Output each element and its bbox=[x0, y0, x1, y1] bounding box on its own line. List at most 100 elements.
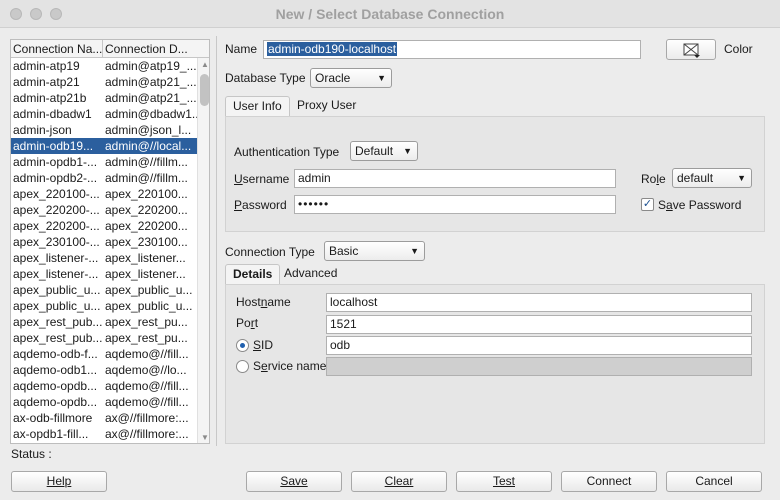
pane-divider[interactable] bbox=[216, 36, 217, 446]
hostname-input[interactable]: localhost bbox=[326, 293, 752, 312]
port-label: Port bbox=[236, 316, 259, 330]
connection-name-cell: apex_public_u... bbox=[13, 283, 101, 297]
color-label: Color bbox=[724, 42, 753, 56]
table-row[interactable]: apex_listener-... apex_listener... bbox=[11, 250, 197, 266]
test-button[interactable]: Test bbox=[456, 471, 552, 492]
column-header-connection-name[interactable]: Connection Na... bbox=[11, 40, 103, 58]
sid-input[interactable]: odb bbox=[326, 336, 752, 355]
connection-name-cell: apex_rest_pub... bbox=[13, 331, 103, 345]
password-input[interactable]: •••••• bbox=[294, 195, 616, 214]
connection-name-input[interactable]: admin-odb190-localhost bbox=[263, 40, 641, 59]
connection-details-cell: admin@dbadw1... bbox=[105, 107, 197, 121]
connection-name-value: admin-odb190-localhost bbox=[267, 42, 398, 56]
save-button[interactable]: Save bbox=[246, 471, 342, 492]
table-row[interactable]: admin-atp19 admin@atp19_... bbox=[11, 58, 197, 74]
tab-proxy-user[interactable]: Proxy User bbox=[290, 96, 363, 116]
connection-details-cell: ax@//fillmore:... bbox=[105, 411, 189, 425]
help-button[interactable]: Help bbox=[11, 471, 107, 492]
chevron-down-icon: ▼ bbox=[410, 246, 419, 256]
service-name-input[interactable] bbox=[326, 357, 752, 376]
test-button-label: Test bbox=[492, 474, 515, 488]
table-body: admin-atp19 admin@atp19_... admin-atp21 adm… bbox=[11, 58, 197, 443]
dialog-window: New / Select Database Connection Connect… bbox=[0, 0, 780, 500]
cancel-button-label: Cancel bbox=[695, 474, 733, 488]
table-row[interactable]: ax-odb-fillmore ax@//fillmore:... bbox=[11, 410, 197, 426]
table-row[interactable]: apex_220100-... apex_220100... bbox=[11, 186, 197, 202]
database-type-value: Oracle bbox=[315, 71, 351, 85]
hostname-label: Hostname bbox=[236, 295, 291, 309]
table-row[interactable]: aqdemo-opdb... aqdemo@//fill... bbox=[11, 394, 197, 410]
cancel-button[interactable]: Cancel bbox=[666, 471, 762, 492]
table-row[interactable]: apex_public_u... apex_public_u... bbox=[11, 282, 197, 298]
auth-type-select[interactable]: Default ▼ bbox=[350, 141, 418, 161]
name-label: Name bbox=[225, 42, 258, 56]
table-row[interactable]: apex_rest_pub... apex_rest_pu... bbox=[11, 314, 197, 330]
table-row[interactable]: apex_220200-... apex_220200... bbox=[11, 202, 197, 218]
connection-name-cell: admin-atp19 bbox=[13, 59, 80, 73]
color-picker-button[interactable] bbox=[666, 39, 716, 60]
clear-button[interactable]: Clear bbox=[351, 471, 447, 492]
table-row[interactable]: admin-opdb2-... admin@//fillm... bbox=[11, 170, 197, 186]
connection-name-cell: admin-odb19... bbox=[13, 139, 94, 153]
table-row[interactable]: apex_listener-... apex_listener... bbox=[11, 266, 197, 282]
connection-name-cell: admin-atp21b bbox=[13, 91, 87, 105]
connection-details-cell: ax@//fillmore:... bbox=[103, 442, 197, 443]
connection-name-cell: ax-odb-fillmore bbox=[13, 411, 93, 425]
database-type-select[interactable]: Oracle ▼ bbox=[310, 68, 392, 88]
table-row[interactable]: admin-opdb1-... admin@//fillm... bbox=[11, 154, 197, 170]
table-row[interactable]: apex_public_u... apex_public_u... bbox=[11, 298, 197, 314]
chevron-down-icon: ▼ bbox=[377, 73, 386, 83]
connection-details-cell: apex_220200... bbox=[105, 203, 188, 217]
table-header: Connection Na... Connection D... bbox=[11, 40, 209, 58]
column-header-connection-details[interactable]: Connection D... bbox=[103, 40, 197, 58]
tab-user-info[interactable]: User Info bbox=[225, 96, 290, 116]
save-password-label[interactable]: Save Password bbox=[658, 198, 741, 212]
connection-name-cell: apex_220200-... bbox=[13, 203, 100, 217]
table-scrollbar[interactable]: ▲ ▼ bbox=[197, 58, 209, 443]
table-row[interactable]: admin-dbadw1 admin@dbadw1... bbox=[11, 106, 197, 122]
connection-name-cell: apex_rest_pub... bbox=[13, 315, 103, 329]
scroll-down-icon[interactable]: ▼ bbox=[201, 433, 209, 442]
table-row[interactable]: aqdemo-opdb... aqdemo@//fill... bbox=[11, 378, 197, 394]
table-row[interactable]: admin-odb19... admin@//local... bbox=[11, 138, 197, 154]
service-name-label[interactable]: Service name bbox=[253, 359, 326, 373]
table-row[interactable]: admin-atp21 admin@atp21_... bbox=[11, 74, 197, 90]
table-row[interactable]: admin-atp21b admin@atp21_... bbox=[11, 90, 197, 106]
tab-advanced[interactable]: Advanced bbox=[277, 264, 344, 284]
table-row[interactable]: aqdemo-odb-f... aqdemo@//fill... bbox=[11, 346, 197, 362]
color-swatch-icon bbox=[683, 43, 700, 58]
connection-name-cell: admin-atp21 bbox=[13, 75, 80, 89]
connection-name-cell: aqdemo-odb-f... bbox=[13, 347, 98, 361]
table-row[interactable]: ax-opdb2-fill...ax@//fillmore:... bbox=[11, 442, 197, 443]
table-row[interactable]: ax-opdb1-fill... ax@//fillmore:... bbox=[11, 426, 197, 442]
scroll-up-icon[interactable]: ▲ bbox=[201, 60, 209, 69]
save-password-checkbox[interactable]: ✓ bbox=[641, 198, 654, 211]
connect-button[interactable]: Connect bbox=[561, 471, 657, 492]
connection-details-cell: apex_230100... bbox=[105, 235, 188, 249]
connection-name-cell: admin-opdb2-... bbox=[13, 171, 98, 185]
connection-type-select[interactable]: Basic ▼ bbox=[324, 241, 425, 261]
connection-name-cell: apex_220100-... bbox=[13, 187, 100, 201]
table-row[interactable]: aqdemo-odb1... aqdemo@//lo... bbox=[11, 362, 197, 378]
clear-button-label: Clear bbox=[384, 474, 414, 488]
port-input[interactable]: 1521 bbox=[326, 315, 752, 334]
role-select[interactable]: default ▼ bbox=[672, 168, 752, 188]
tab-details[interactable]: Details bbox=[225, 264, 281, 284]
service-name-radio[interactable] bbox=[236, 360, 249, 373]
connect-button-label: Connect bbox=[586, 474, 632, 488]
connection-name-cell: apex_public_u... bbox=[13, 299, 101, 313]
database-type-label: Database Type bbox=[225, 71, 306, 85]
username-input[interactable]: admin bbox=[294, 169, 616, 188]
window-title: New / Select Database Connection bbox=[275, 6, 505, 22]
table-row[interactable]: apex_230100-... apex_230100... bbox=[11, 234, 197, 250]
table-row[interactable]: admin-json admin@json_l... bbox=[11, 122, 197, 138]
sid-label[interactable]: SID bbox=[253, 338, 273, 352]
table-row[interactable]: apex_rest_pub... apex_rest_pu... bbox=[11, 330, 197, 346]
scrollbar-thumb[interactable] bbox=[200, 74, 209, 106]
connection-name-cell: apex_220200-... bbox=[13, 219, 100, 233]
sid-radio[interactable] bbox=[236, 339, 249, 352]
connection-details-cell: aqdemo@//fill... bbox=[105, 395, 189, 409]
table-row[interactable]: apex_220200-... apex_220200... bbox=[11, 218, 197, 234]
connection-name-cell: admin-opdb1-... bbox=[13, 155, 98, 169]
connection-details-cell: apex_220100... bbox=[105, 187, 188, 201]
